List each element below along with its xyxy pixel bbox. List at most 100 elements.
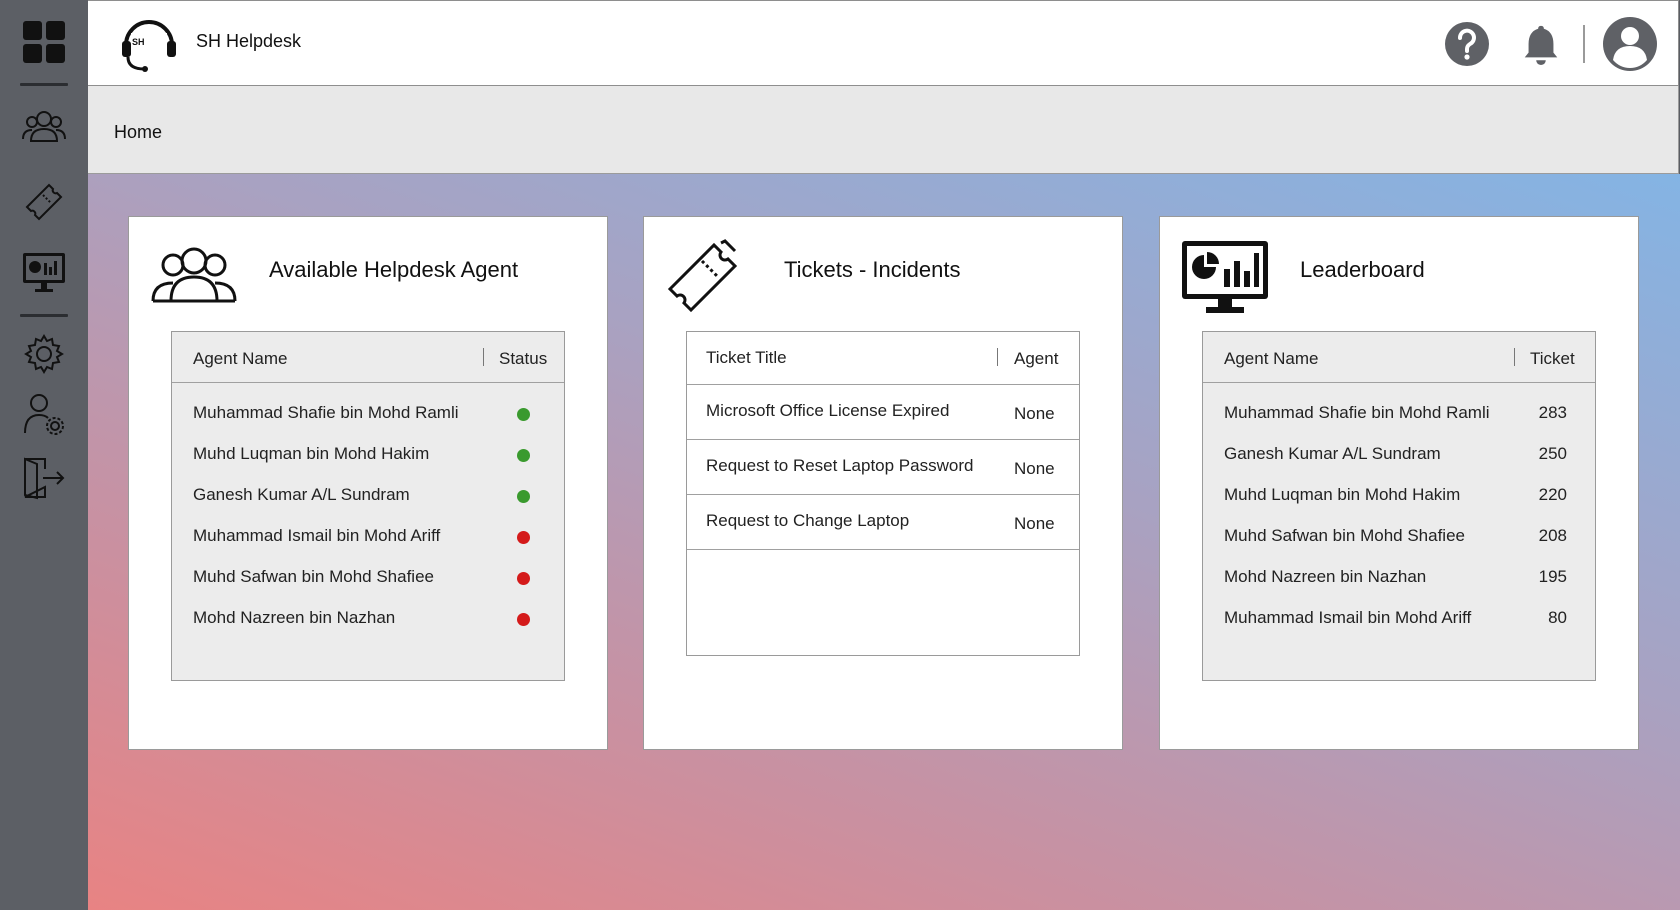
card-title: Available Helpdesk Agent	[269, 257, 519, 282]
sidebar	[0, 0, 88, 910]
agent-name: Muhammad Shafie bin Mohd Ramli	[1224, 403, 1490, 422]
table-row[interactable]: Ganesh Kumar A/L Sundram	[172, 475, 564, 516]
table-row[interactable]: Microsoft Office License Expired None	[687, 385, 1079, 440]
column-header-ticket-title: Ticket Title	[706, 348, 787, 367]
column-divider	[483, 348, 484, 366]
table-row[interactable]: Muhd Luqman bin Mohd Hakim	[172, 434, 564, 475]
status-indicator	[517, 490, 530, 503]
sidebar-item-tickets[interactable]	[0, 172, 88, 228]
sidebar-divider	[20, 83, 68, 86]
table-row[interactable]: Muhammad Shafie bin Mohd Ramli	[172, 393, 564, 434]
topbar-divider	[1583, 25, 1585, 63]
users-icon	[22, 111, 66, 142]
ticket-title: Request to Change Laptop	[706, 511, 910, 530]
column-divider	[1514, 348, 1515, 366]
ticket-title: Microsoft Office License Expired	[706, 401, 950, 420]
app-title: SH Helpdesk	[196, 31, 302, 51]
tickets-table: Ticket Title Agent Microsoft Office Lice…	[686, 331, 1080, 656]
user-gear-icon	[24, 394, 64, 435]
table-row[interactable]: Mohd Nazreen bin Nazhan	[172, 598, 564, 639]
bell-icon	[1524, 25, 1558, 66]
user-avatar-icon	[1603, 17, 1657, 71]
status-indicator	[517, 531, 530, 544]
ticket-title: Request to Reset Laptop Password	[706, 456, 974, 475]
column-header-agent-name: Agent Name	[1224, 349, 1319, 368]
status-indicator	[517, 572, 530, 585]
status-indicator	[517, 613, 530, 626]
sidebar-item-logout[interactable]	[0, 450, 88, 506]
table-header: Ticket Title Agent	[687, 332, 1079, 385]
breadcrumb-bar: Home	[88, 86, 1679, 174]
sidebar-item-agents[interactable]	[0, 100, 88, 156]
agent-name: Muhd Luqman bin Mohd Hakim	[193, 444, 430, 463]
notifications-button[interactable]	[1516, 19, 1566, 69]
column-header-agent: Agent	[1014, 349, 1059, 368]
agent-name: Muhd Safwan bin Mohd Shafiee	[1224, 526, 1465, 545]
table-row[interactable]: Muhammad Shafie bin Mohd Ramli 283	[1203, 393, 1595, 434]
agent-name: Muhd Luqman bin Mohd Hakim	[1224, 485, 1461, 504]
logout-icon	[24, 457, 65, 500]
table-row[interactable]: Ganesh Kumar A/L Sundram 250	[1203, 434, 1595, 475]
help-icon	[1445, 22, 1489, 66]
card-title: Tickets - Incidents	[784, 257, 961, 282]
sidebar-item-settings[interactable]	[0, 326, 88, 382]
breadcrumb-home[interactable]: Home	[114, 122, 162, 143]
dashboard-grid-icon	[23, 21, 65, 63]
top-bar: SH SH Helpdesk	[88, 0, 1679, 86]
dashboard-main: Available Helpdesk Agent Agent Name Stat…	[88, 174, 1680, 910]
user-menu-button[interactable]	[1602, 16, 1658, 72]
card-title: Leaderboard	[1300, 257, 1425, 282]
table-row[interactable]: Request to Reset Laptop Password None	[687, 440, 1079, 495]
table-row[interactable]: Muhammad Ismail bin Mohd Ariff 80	[1203, 598, 1595, 639]
tickets-incidents-card: Tickets - Incidents Ticket Title Agent M…	[643, 216, 1123, 750]
app-logo[interactable]: SH	[118, 13, 180, 75]
table-header: Agent Name Status	[172, 332, 564, 383]
ticket-count: 220	[1538, 485, 1567, 504]
agent-name: Mohd Nazreen bin Nazhan	[193, 608, 396, 627]
column-divider	[997, 348, 998, 366]
ticket-count: 208	[1538, 526, 1567, 545]
ticket-icon	[667, 239, 738, 313]
ticket-count: 80	[1548, 608, 1567, 627]
sidebar-divider	[20, 314, 68, 317]
leaderboard-card: Leaderboard Agent Name Ticket Muhammad S…	[1159, 216, 1639, 750]
column-header-agent-name: Agent Name	[193, 349, 288, 368]
ticket-count: 250	[1538, 444, 1567, 463]
svg-text:SH: SH	[132, 37, 145, 47]
table-row[interactable]: Muhammad Ismail bin Mohd Ariff	[172, 516, 564, 557]
ticket-agent: None	[1014, 404, 1055, 423]
agent-name: Ganesh Kumar A/L Sundram	[1224, 444, 1441, 463]
sidebar-item-dashboard[interactable]	[0, 14, 88, 70]
table-row[interactable]: Muhd Safwan bin Mohd Shafiee 208	[1203, 516, 1595, 557]
agent-name: Mohd Nazreen bin Nazhan	[1224, 567, 1427, 586]
help-button[interactable]	[1442, 19, 1492, 69]
headset-logo-icon: SH	[122, 20, 176, 72]
agent-name: Muhammad Ismail bin Mohd Ariff	[1224, 608, 1472, 627]
monitor-chart-icon	[23, 253, 65, 292]
table-header: Agent Name Ticket	[1203, 332, 1595, 383]
column-header-ticket: Ticket	[1530, 349, 1575, 368]
sidebar-item-leaderboard[interactable]	[0, 244, 88, 300]
leaderboard-table: Agent Name Ticket Muhammad Shafie bin Mo…	[1202, 331, 1596, 681]
ticket-agent: None	[1014, 514, 1055, 533]
table-row[interactable]: Muhd Luqman bin Mohd Hakim 220	[1203, 475, 1595, 516]
table-row[interactable]: Request to Change Laptop None	[687, 495, 1079, 550]
table-row[interactable]: Mohd Nazreen bin Nazhan 195	[1203, 557, 1595, 598]
monitor-chart-icon	[1182, 241, 1268, 313]
gear-icon	[24, 334, 64, 374]
ticket-icon	[25, 183, 63, 221]
agent-name: Muhammad Ismail bin Mohd Ariff	[193, 526, 441, 545]
column-header-status: Status	[499, 349, 548, 368]
status-indicator	[517, 408, 530, 421]
ticket-count: 283	[1538, 403, 1567, 422]
agents-table: Agent Name Status Muhammad Shafie bin Mo…	[171, 331, 565, 681]
agent-name: Muhd Safwan bin Mohd Shafiee	[193, 567, 434, 586]
sidebar-item-user-settings[interactable]	[0, 386, 88, 442]
ticket-agent: None	[1014, 459, 1055, 478]
status-indicator	[517, 449, 530, 462]
table-row[interactable]: Muhd Safwan bin Mohd Shafiee	[172, 557, 564, 598]
users-icon	[151, 247, 237, 303]
agent-name: Muhammad Shafie bin Mohd Ramli	[193, 403, 459, 422]
agent-name: Ganesh Kumar A/L Sundram	[193, 485, 410, 504]
ticket-count: 195	[1538, 567, 1567, 586]
